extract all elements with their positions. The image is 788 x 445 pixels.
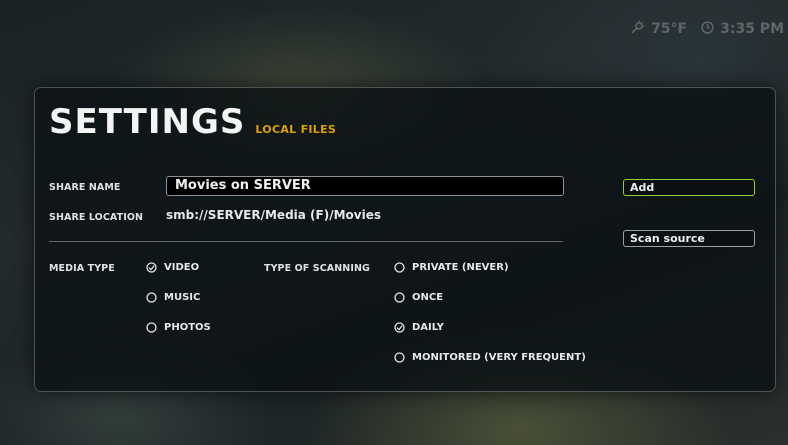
radio-checked-icon <box>146 262 157 273</box>
add-button[interactable]: Add <box>623 179 755 196</box>
scan-option-once[interactable]: ONCE <box>394 292 443 303</box>
media-option-photos[interactable]: PHOTOS <box>146 322 211 333</box>
scan-option-daily[interactable]: DAILY <box>394 322 444 333</box>
settings-panel: SETTINGS LOCAL FILES SHARE NAME Movies o… <box>34 87 776 392</box>
media-option-music[interactable]: MUSIC <box>146 292 200 303</box>
option-label: PRIVATE (NEVER) <box>412 262 509 273</box>
temperature-text: 75°F <box>651 21 688 37</box>
share-name-label: SHARE NAME <box>49 182 121 193</box>
divider <box>49 241 563 242</box>
panel-header: SETTINGS LOCAL FILES <box>49 102 336 142</box>
option-label: VIDEO <box>164 262 200 273</box>
scan-option-monitored[interactable]: MONITORED (VERY FREQUENT) <box>394 352 586 363</box>
option-label: DAILY <box>412 322 444 333</box>
weather-icon <box>631 20 645 38</box>
radio-unchecked-icon <box>394 262 405 273</box>
share-location-label: SHARE LOCATION <box>49 212 144 223</box>
option-label: ONCE <box>412 292 444 303</box>
radio-unchecked-icon <box>146 322 157 333</box>
media-option-video[interactable]: VIDEO <box>146 262 199 273</box>
time-text: 3:35 PM <box>720 21 784 37</box>
page-subtitle: LOCAL FILES <box>255 123 337 136</box>
scan-source-button[interactable]: Scan source <box>623 230 755 247</box>
media-type-label: MEDIA TYPE <box>49 263 115 274</box>
option-label: MUSIC <box>164 292 201 303</box>
option-label: MONITORED (VERY FREQUENT) <box>412 352 586 363</box>
scanning-type-label: TYPE OF SCANNING <box>264 263 370 274</box>
weather-widget: 75°F <box>631 20 687 38</box>
radio-checked-icon <box>394 322 405 333</box>
clock-icon <box>701 20 714 38</box>
radio-unchecked-icon <box>394 352 405 363</box>
share-location-value[interactable]: smb://SERVER/Media (F)/Movies <box>166 208 381 222</box>
radio-unchecked-icon <box>394 292 405 303</box>
clock-widget: 3:35 PM <box>701 20 784 38</box>
share-name-input[interactable]: Movies on SERVER <box>166 176 564 196</box>
page-title: SETTINGS <box>49 102 246 142</box>
scan-option-private[interactable]: PRIVATE (NEVER) <box>394 262 509 273</box>
status-bar: 75°F 3:35 PM <box>631 20 784 38</box>
radio-unchecked-icon <box>146 292 157 303</box>
option-label: PHOTOS <box>164 322 211 333</box>
